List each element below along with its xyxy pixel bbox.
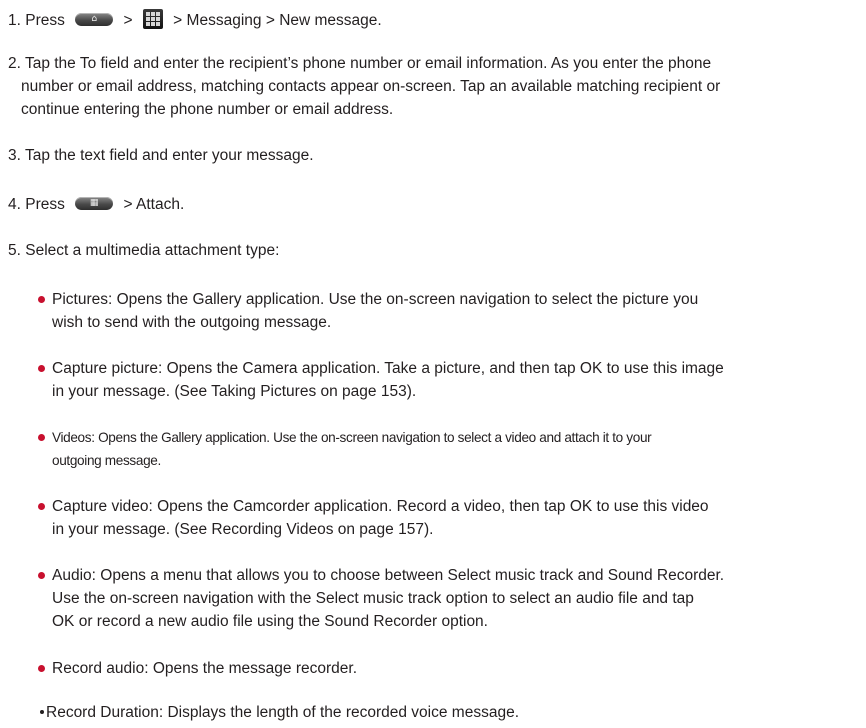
step-1-press: Press xyxy=(25,12,65,30)
new-message-label: New message xyxy=(279,12,378,30)
step-4-end: . xyxy=(179,196,185,213)
attach-label: Attach xyxy=(136,196,180,213)
step-1: 1. Press ⌂ > > Messaging > New message. xyxy=(8,9,864,33)
capture-video-term: Capture video xyxy=(52,498,149,515)
step-4-press: 4. Press xyxy=(8,196,65,213)
step-2: 2. Tap the To field and enter the recipi… xyxy=(8,52,864,121)
record-duration-text: : Displays the length of the recorded vo… xyxy=(158,704,519,721)
bullet-videos: Videos: Opens the Gallery application. U… xyxy=(38,426,864,472)
record-audio-line-1: : Opens the message recorder. xyxy=(144,660,358,677)
audio-option-select-music-track-2: Select music track xyxy=(315,590,442,607)
capture-picture-line-1: : Opens the Camera application. Take a p… xyxy=(157,360,724,377)
audio-option-sound-recorder-2: Sound Recorder xyxy=(324,613,438,630)
step-1-gt-2: > xyxy=(173,12,183,30)
audio-option-sound-recorder: Sound Recorder xyxy=(607,567,720,584)
step-1-gt-3: > xyxy=(265,12,275,30)
step-4-gt: > xyxy=(123,196,133,213)
capture-video-line-2: in your message. (See Recording Videos o… xyxy=(52,521,434,538)
step-1-gt-1: > xyxy=(123,12,133,30)
videos-line-1: : Opens the Gallery application. Use the… xyxy=(91,430,652,445)
videos-line-2: outgoing message. xyxy=(52,453,161,468)
bullet-dot xyxy=(38,434,45,441)
step-1-number: 1. xyxy=(8,12,26,30)
audio-line-2a: Use the on-screen navigation with the xyxy=(52,590,316,607)
pictures-line-2: wish to send with the outgoing message. xyxy=(52,314,332,331)
sub-bullet-dot xyxy=(40,710,44,714)
pictures-line-1: : Opens the Gallery application. Use the… xyxy=(108,291,699,308)
audio-line-1b: and xyxy=(573,567,608,584)
audio-option-select-music-track: Select music track xyxy=(447,567,574,584)
bullet-audio: Audio: Opens a menu that allows you to c… xyxy=(38,564,864,633)
audio-line-1c: . xyxy=(719,567,725,584)
record-duration-term: Record Duration xyxy=(46,704,159,721)
capture-picture-term: Capture picture xyxy=(52,360,158,377)
audio-line-3b: option. xyxy=(437,613,488,630)
step-3-text: 3. Tap the text field and enter your mes… xyxy=(8,147,314,164)
bullet-dot xyxy=(38,572,45,579)
pictures-term: Pictures xyxy=(52,291,108,308)
bullet-capture-video: Capture video: Opens the Camcorder appli… xyxy=(38,495,864,541)
manual-page: 1. Press ⌂ > > Messaging > New message. … xyxy=(0,0,866,728)
audio-term: Audio xyxy=(52,567,92,584)
capture-picture-line-2: in your message. (See Taking Pictures on… xyxy=(52,383,417,400)
record-audio-term: Record audio xyxy=(52,660,145,677)
capture-video-line-1: : Opens the Camcorder application. Recor… xyxy=(148,498,709,515)
videos-term: Videos xyxy=(52,430,92,445)
home-key-icon: ⌂ xyxy=(75,13,114,26)
audio-line-3a: OK or record a new audio file using the xyxy=(52,613,325,630)
step-5-text: 5. Select a multimedia attachment type: xyxy=(8,242,280,259)
bullet-dot xyxy=(38,365,45,372)
step-2-line-3: continue entering the phone number or em… xyxy=(21,101,394,118)
bullet-record-audio: Record audio: Opens the message recorder… xyxy=(38,657,864,680)
step-5: 5. Select a multimedia attachment type: xyxy=(8,239,864,262)
audio-line-2b: option to select an audio file and tap xyxy=(441,590,694,607)
step-2-line-1: 2. Tap the To field and enter the recipi… xyxy=(8,55,712,72)
step-3: 3. Tap the text field and enter your mes… xyxy=(8,144,864,167)
apps-grid-icon xyxy=(142,9,163,29)
bullet-dot xyxy=(38,503,45,510)
bullet-dot xyxy=(38,665,45,672)
bullet-pictures: Pictures: Opens the Gallery application.… xyxy=(38,288,864,334)
messaging-label: Messaging xyxy=(186,12,262,30)
sub-bullet-record-duration: Record Duration: Displays the length of … xyxy=(36,701,862,724)
menu-key-icon: ▦ xyxy=(75,196,114,210)
bullet-capture-picture: Capture picture: Opens the Camera applic… xyxy=(38,357,864,403)
step-1-end: . xyxy=(377,12,382,30)
bullet-dot xyxy=(38,296,45,303)
step-4: 4. Press ▦ > Attach. xyxy=(8,193,864,216)
audio-line-1a: : Opens a menu that allows you to choose… xyxy=(91,567,448,584)
step-2-line-2: number or email address, matching contac… xyxy=(21,78,721,95)
